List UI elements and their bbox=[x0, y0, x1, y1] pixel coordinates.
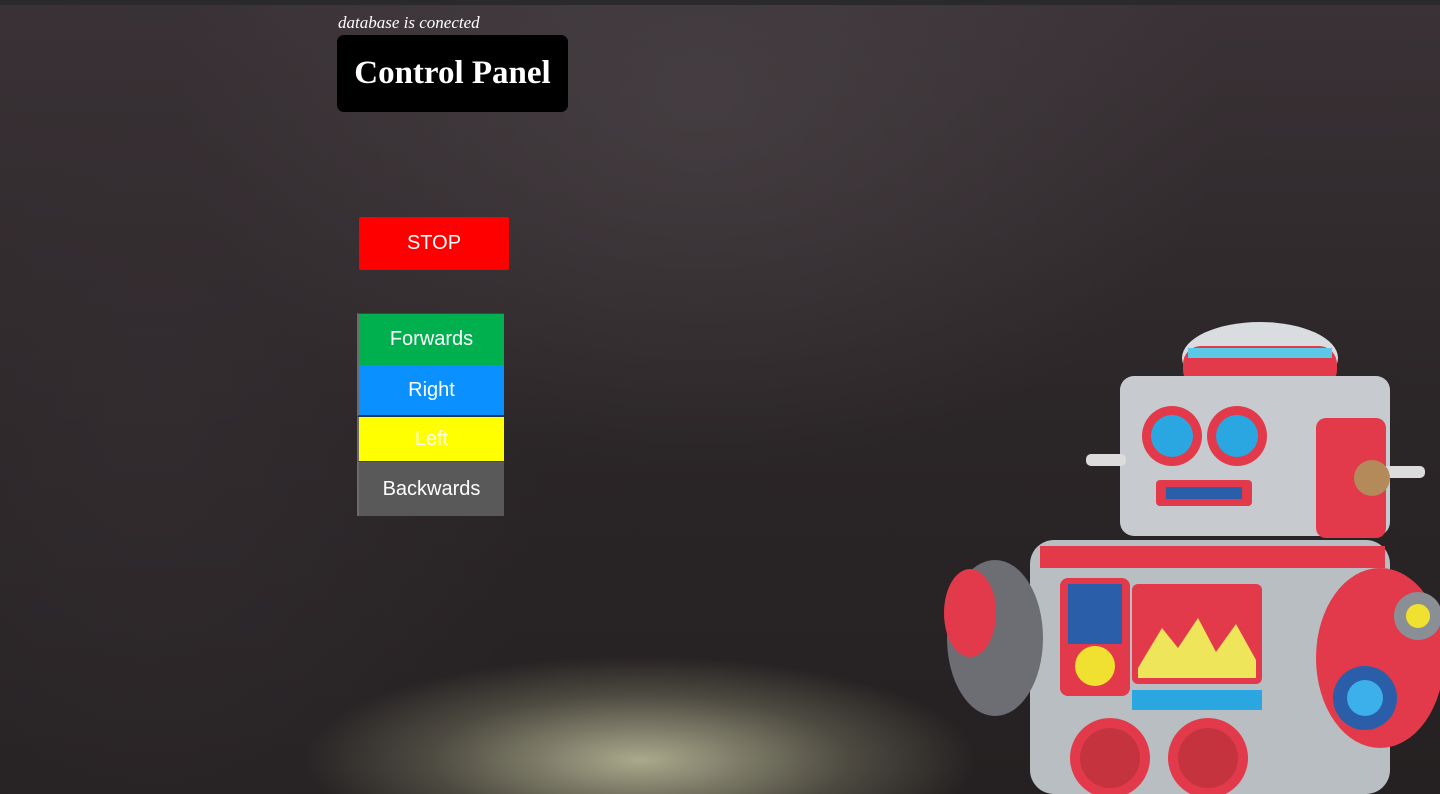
right-button[interactable]: Right bbox=[357, 365, 504, 417]
backwards-button[interactable]: Backwards bbox=[357, 462, 504, 516]
stop-button[interactable]: STOP bbox=[359, 217, 509, 270]
browser-top-edge bbox=[0, 0, 1440, 5]
left-button[interactable]: Left bbox=[357, 417, 504, 462]
forwards-button[interactable]: Forwards bbox=[357, 313, 504, 365]
direction-controls: Forwards Right Left Backwards bbox=[357, 313, 506, 516]
toy-robot-image bbox=[944, 322, 1440, 794]
title-panel: Control Panel bbox=[337, 35, 568, 112]
db-status-text: database is conected bbox=[338, 13, 480, 32]
page-title: Control Panel bbox=[354, 55, 551, 91]
